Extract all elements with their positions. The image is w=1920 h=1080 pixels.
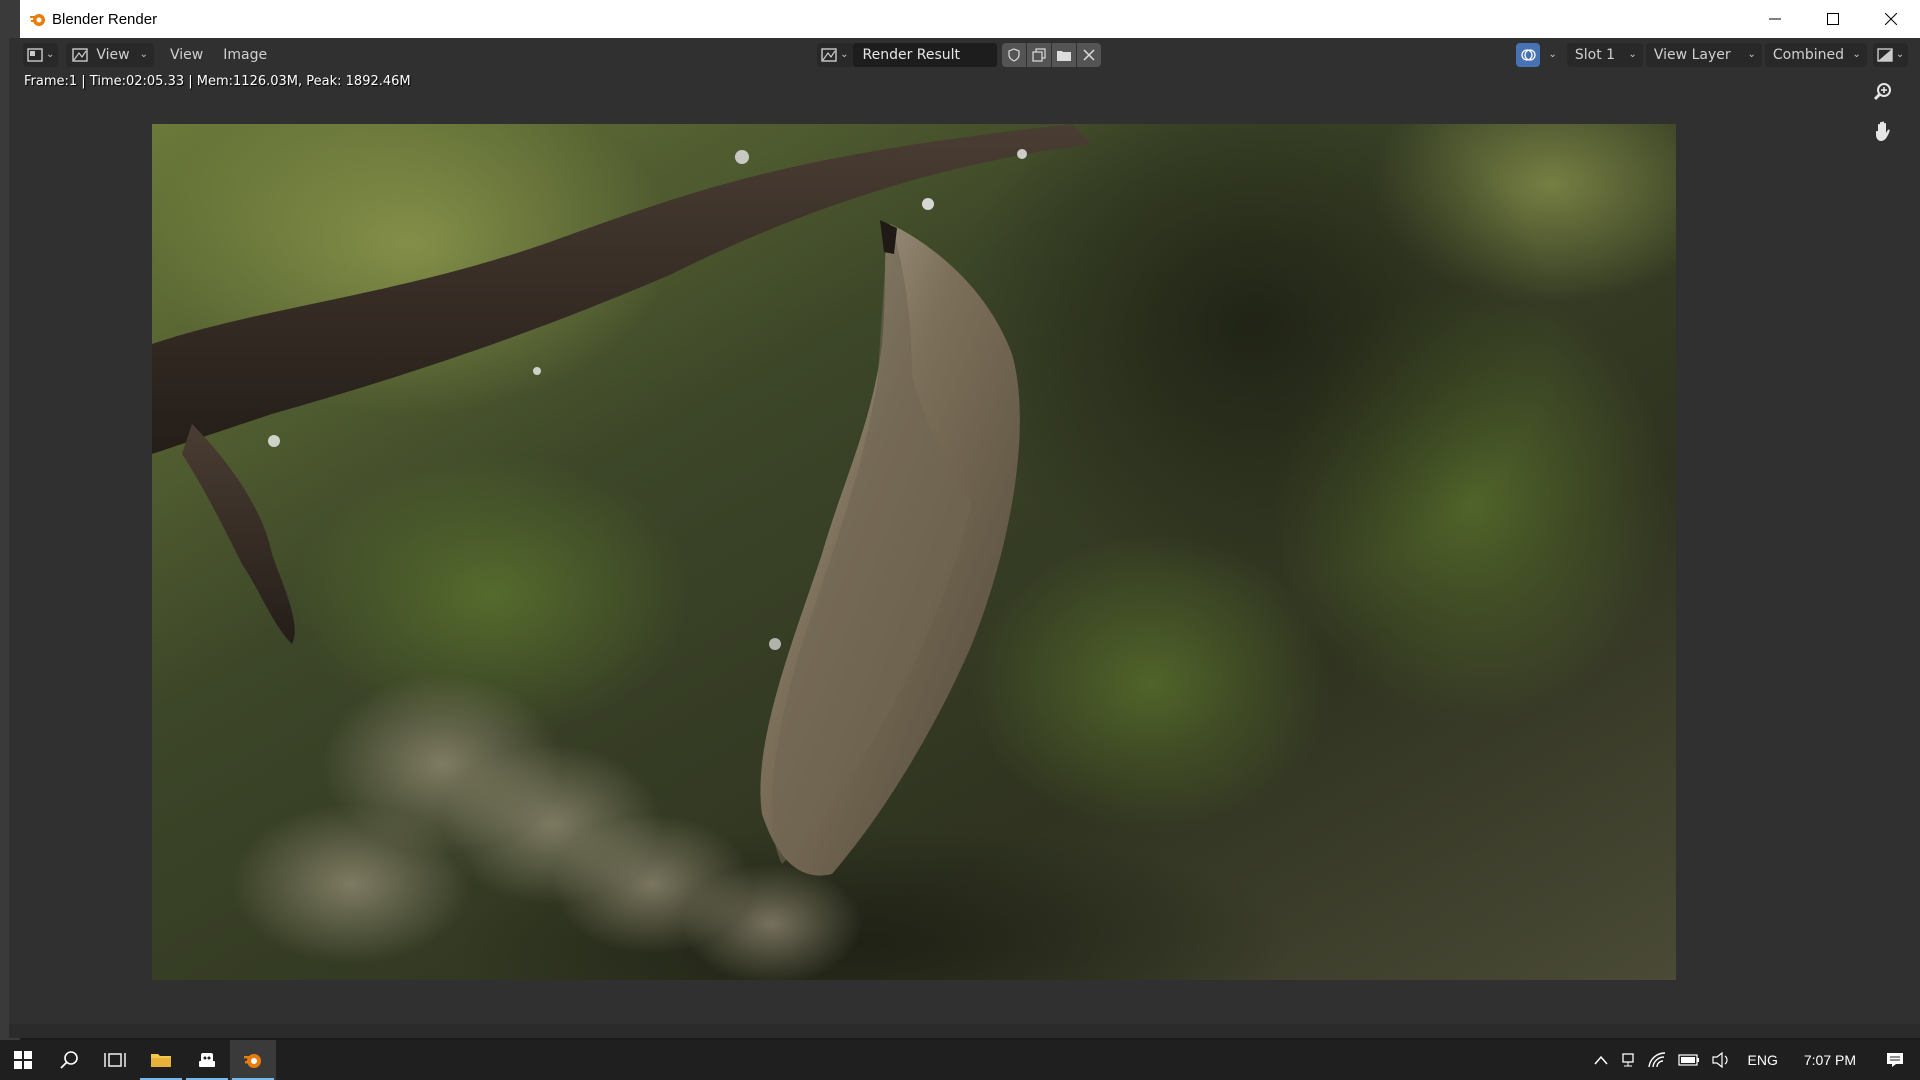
image-editor: ⌄ View ⌄ View Image ⌄ Render Result ⌄ Sl…: [9, 38, 1920, 1038]
new-image-button[interactable]: [1026, 42, 1051, 67]
render-pass-dropdown[interactable]: Combined ⌄: [1764, 42, 1867, 67]
image-name-value: Render Result: [862, 46, 961, 63]
close-icon: [1885, 13, 1897, 25]
image-name-field[interactable]: Render Result: [852, 42, 997, 67]
zoom-icon: [1873, 83, 1891, 101]
show-hidden-icons-button[interactable]: [1588, 1055, 1614, 1065]
window-titlebar: Blender Render: [20, 0, 1920, 38]
folder-icon: [1056, 50, 1071, 61]
view-mode-dropdown[interactable]: View ⌄: [66, 42, 155, 67]
duplicate-icon: [1031, 47, 1046, 62]
system-tray: ENG 7:07 PM: [1588, 1040, 1920, 1080]
blender-taskbar-button[interactable]: [230, 1040, 276, 1080]
display-channels-dropdown[interactable]: ⌄: [1872, 42, 1909, 67]
render-result-image[interactable]: [152, 124, 1676, 980]
overlay-dropdown[interactable]: ⌄: [1540, 43, 1563, 67]
x-icon: [1082, 48, 1095, 61]
editor-type-icon: [27, 47, 43, 62]
image-icon: [821, 47, 837, 62]
language-indicator[interactable]: ENG: [1736, 1052, 1790, 1068]
search-button[interactable]: [46, 1040, 92, 1080]
hand-icon: [1876, 121, 1890, 141]
volume-button[interactable]: [1706, 1052, 1736, 1068]
windows-start-icon: [14, 1051, 32, 1069]
menu-image[interactable]: Image: [213, 47, 277, 63]
editor-type-button[interactable]: ⌄: [23, 42, 59, 67]
task-view-button[interactable]: [92, 1040, 138, 1080]
slot-value: Slot 1: [1574, 46, 1616, 63]
battery-button[interactable]: [1672, 1054, 1706, 1066]
wifi-icon: [1647, 1052, 1665, 1068]
search-icon: [60, 1051, 78, 1069]
render-stats: Frame:1 | Time:02:05.33 | Mem:1126.03M, …: [24, 74, 411, 89]
unlink-image-button[interactable]: [1076, 42, 1101, 67]
start-button[interactable]: [0, 1040, 46, 1080]
editor-header: ⌄ View ⌄ View Image ⌄ Render Result ⌄ Sl…: [9, 38, 1920, 71]
minimize-icon: [1769, 18, 1781, 20]
close-button[interactable]: [1862, 0, 1920, 38]
slot-dropdown[interactable]: Slot 1 ⌄: [1566, 42, 1643, 67]
view-mode-label: View: [96, 46, 130, 63]
display-channels-icon: [1877, 47, 1893, 62]
menu-view[interactable]: View: [160, 47, 213, 63]
maximize-icon: [1827, 13, 1839, 25]
open-image-button[interactable]: [1051, 42, 1076, 67]
window-title: Blender Render: [52, 10, 158, 28]
taskbar-app-button[interactable]: [184, 1040, 230, 1080]
chevron-up-icon: [1593, 1055, 1608, 1065]
task-view-icon: [104, 1053, 126, 1067]
file-explorer-button[interactable]: [138, 1040, 184, 1080]
status-bar-strip: [9, 1024, 1920, 1038]
blender-taskbar-icon: [244, 1054, 261, 1068]
maximize-button[interactable]: [1804, 0, 1862, 38]
zoom-button[interactable]: [1868, 77, 1898, 107]
network-button[interactable]: [1614, 1052, 1642, 1068]
app-icon: [199, 1053, 215, 1067]
volume-icon: [1711, 1052, 1728, 1068]
notification-icon: [1887, 1053, 1903, 1067]
battery-icon: [1677, 1054, 1699, 1066]
shield-icon: [1007, 47, 1020, 62]
windows-taskbar: ENG 7:07 PM: [0, 1040, 1920, 1080]
render-pass-value: Combined: [1772, 46, 1845, 63]
wifi-button[interactable]: [1642, 1052, 1672, 1068]
fake-user-button[interactable]: [1001, 42, 1026, 67]
action-center-button[interactable]: [1870, 1052, 1920, 1068]
overlay-icon: [1520, 48, 1536, 61]
overlay-toggle[interactable]: [1515, 42, 1540, 67]
view-layer-value: View Layer: [1653, 46, 1731, 63]
clock[interactable]: 7:07 PM: [1790, 1052, 1870, 1068]
view-layer-dropdown[interactable]: View Layer ⌄: [1645, 42, 1762, 67]
blender-logo-icon: [28, 9, 48, 29]
pan-button[interactable]: [1868, 116, 1898, 146]
image-icon: [72, 47, 89, 62]
image-browse-button[interactable]: ⌄: [817, 42, 853, 67]
minimize-button[interactable]: [1746, 0, 1804, 38]
network-icon: [1621, 1053, 1634, 1067]
file-explorer-icon: [151, 1054, 171, 1067]
